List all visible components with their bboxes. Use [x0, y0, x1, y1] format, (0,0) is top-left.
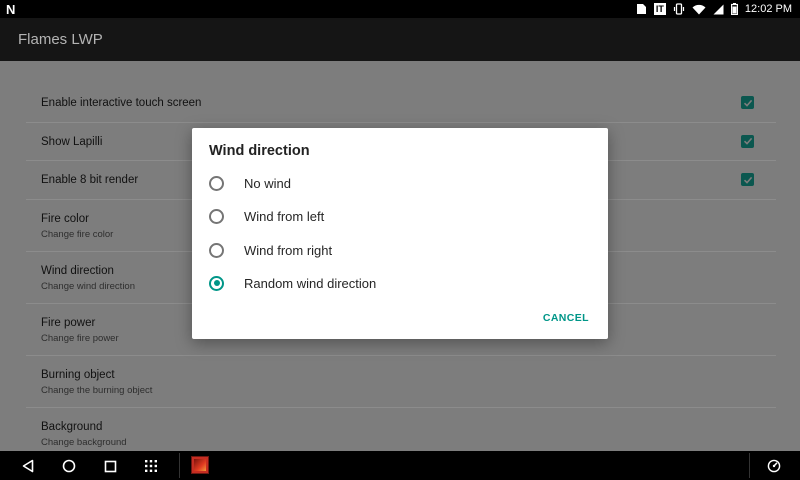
pref-title: Fire color: [41, 212, 89, 225]
pref-title: Fire power: [41, 316, 96, 329]
pref-title: Enable 8 bit render: [41, 174, 139, 186]
home-icon[interactable]: [59, 456, 79, 476]
pref-title: Enable interactive touch screen: [41, 97, 202, 109]
radio-button[interactable]: [209, 208, 224, 224]
nav-divider: [749, 453, 750, 478]
cast-icon: [636, 4, 646, 14]
pref-title: Burning object: [41, 368, 115, 381]
notification-n-icon: N: [6, 2, 16, 17]
recents-icon[interactable]: [100, 456, 120, 476]
nav-divider: [179, 453, 180, 478]
pref-title: Show Lapilli: [41, 135, 103, 148]
pref-summary: Change the burning object: [41, 384, 153, 396]
pref-title: Background: [41, 420, 103, 433]
check-icon: [743, 99, 752, 107]
it-badge: IT: [653, 3, 666, 15]
app-bar: Flames LWP: [0, 18, 800, 61]
performance-icon[interactable]: [764, 456, 784, 476]
flames-app-icon[interactable]: [191, 456, 209, 474]
status-icons: IT 12:02 PM: [636, 0, 792, 18]
pref-summary: Change fire power: [41, 332, 119, 344]
app-drawer-icon[interactable]: [141, 456, 161, 476]
pref-burning-object[interactable]: Burning object Change the burning object: [26, 356, 776, 408]
wind-direction-dialog: Wind direction No wind Wind from left Wi…: [192, 128, 608, 339]
clock: 12:02 PM: [744, 3, 792, 15]
option-label: No wind: [244, 175, 291, 191]
radio-button-selected[interactable]: [209, 275, 224, 291]
checkbox-checked[interactable]: [741, 134, 754, 148]
pref-summary: Change background: [41, 436, 127, 448]
pref-summary: Change fire color: [41, 228, 114, 240]
pref-summary: Change wind direction: [41, 280, 136, 292]
battery-icon: [730, 3, 738, 15]
radio-button[interactable]: [209, 175, 224, 191]
option-label: Wind from right: [244, 242, 333, 258]
pref-title: Wind direction: [41, 264, 114, 277]
option-wind-from-right[interactable]: Wind from right: [209, 235, 589, 265]
option-random-wind-direction[interactable]: Random wind direction: [209, 268, 589, 298]
cancel-button[interactable]: CANCEL: [541, 309, 591, 327]
navigation-bar: [0, 451, 800, 480]
radio-button[interactable]: [209, 242, 224, 258]
checkbox-checked[interactable]: [741, 96, 754, 109]
check-icon: [743, 176, 752, 184]
app-title: Flames LWP: [18, 31, 103, 48]
back-icon[interactable]: [18, 456, 38, 476]
option-no-wind[interactable]: No wind: [209, 168, 589, 198]
check-icon: [743, 137, 752, 145]
status-bar: N IT 12:02 PM: [0, 0, 800, 18]
option-wind-from-left[interactable]: Wind from left: [209, 201, 589, 231]
wifi-icon: [692, 4, 706, 14]
dialog-title: Wind direction: [209, 143, 310, 159]
option-label: Wind from left: [244, 208, 325, 224]
pref-enable-interactive-touch[interactable]: Enable interactive touch screen: [26, 84, 776, 123]
signal-icon: [713, 4, 724, 14]
option-label: Random wind direction: [244, 275, 377, 291]
vibrate-icon: [673, 3, 685, 15]
checkbox-checked[interactable]: [741, 173, 754, 186]
